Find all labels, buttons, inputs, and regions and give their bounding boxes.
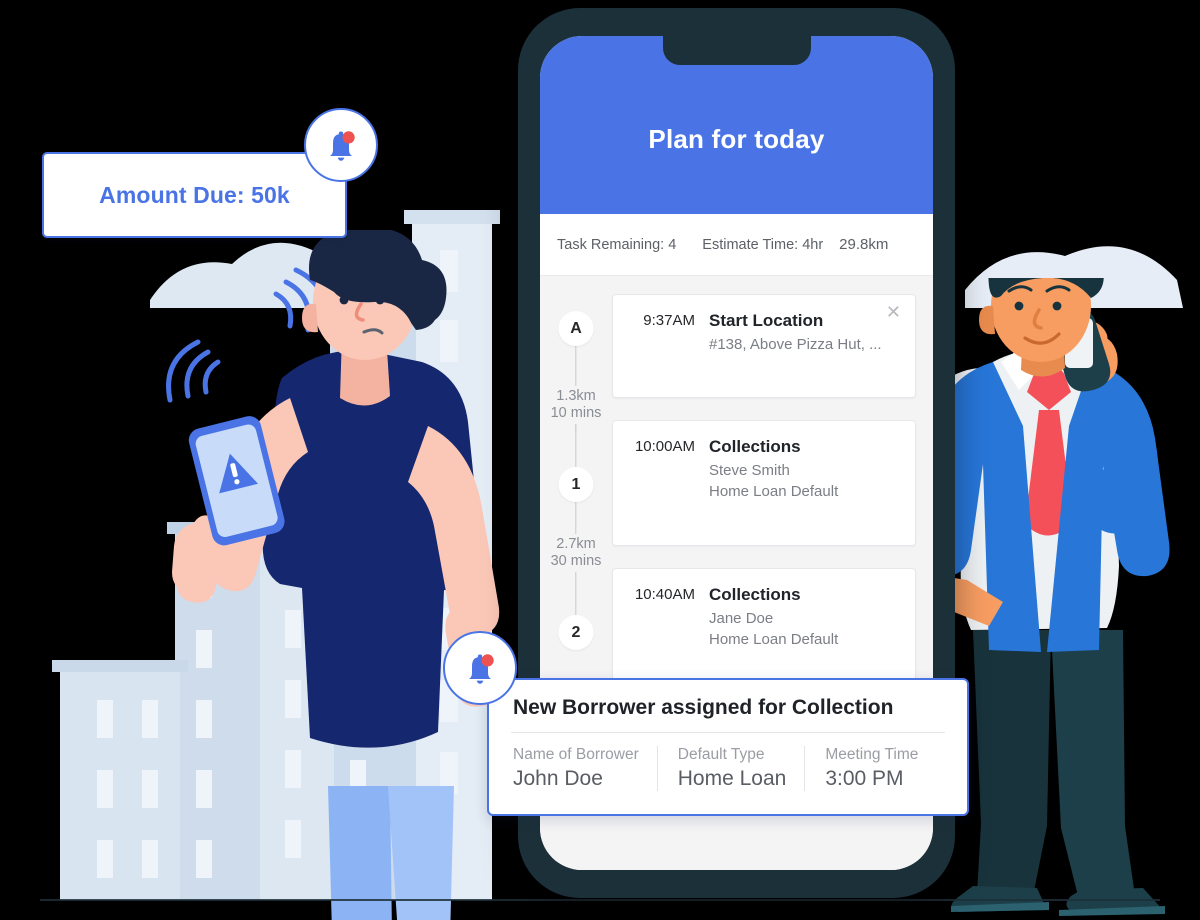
stats-bar: Task Remaining: 4 Estimate Time: 4hr 29.… [540,214,933,276]
new-borrower-notification[interactable]: New Borrower assigned for Collection Nam… [487,678,969,816]
leg-distance: 1.3km [556,388,596,404]
field-value: 3:00 PM [825,767,904,790]
timeline-row: A ✕ 9:37AM Start Location #138, Above Pi… [540,294,933,432]
bell-icon[interactable] [443,631,517,705]
task-detail-line-2: Home Loan Default [709,483,839,500]
task-card[interactable]: 10:40AM Collections Jane Doe Home Loan D… [612,568,916,694]
timeline-marker: 2 [558,615,594,650]
ground-line [40,899,1160,901]
task-time: 10:00AM [634,438,695,455]
field-label: Meeting Time [825,746,919,763]
close-icon[interactable]: ✕ [883,301,904,323]
timeline-marker: A [558,311,594,346]
task-title: Collections [709,437,801,456]
leg-duration: 10 mins [550,405,602,421]
timeline-leg: 2.7km 30 mins [540,534,933,572]
timeline-rail: 1.3km 10 mins [540,386,612,424]
leg-duration: 30 mins [550,553,602,569]
task-detail-line-1: #138, Above Pizza Hut, ... [709,336,882,353]
field-value: John Doe [513,767,603,790]
field-value: Home Loan [677,767,787,790]
bell-icon-glyph [469,654,494,684]
page-title: Plan for today [648,123,825,154]
task-card[interactable]: ✕ 9:37AM Start Location #138, Above Pizz… [612,294,916,398]
phone-notch [662,36,811,65]
task-detail-line-1: Jane Doe [709,610,774,627]
timeline-rail: 2.7km 30 mins [540,534,612,572]
leg-distance: 2.7km [556,536,596,552]
leg-info: 2.7km 30 mins [550,534,602,572]
businessman-on-call [918,278,1170,916]
task-detail-line-2: Home Loan Default [709,631,839,648]
stat-estimate-time: Estimate Time: 4hr [702,236,824,253]
field-label: Name of Borrower [513,746,639,763]
stat-distance: 29.8km [839,236,889,253]
timeline-row: 2 10:40AM Collections Jane Doe Home Loan… [540,562,933,694]
timeline-marker: 1 [558,467,594,502]
task-title: Collections [709,585,801,604]
man-with-phone-alert [166,230,500,920]
timeline-rail: A [540,294,612,432]
timeline-rail: 2 [540,562,612,694]
amount-due-callout[interactable]: Amount Due: 50k [42,152,347,238]
bell-icon-glyph [330,131,355,161]
notification-title: New Borrower assigned for Collection [513,696,894,719]
bell-icon[interactable] [304,108,378,182]
amount-due-label: Amount Due: 50k [99,181,290,208]
task-card[interactable]: 10:00AM Collections Steve Smith Home Loa… [612,420,916,546]
timeline-row: 1 10:00AM Collections Steve Smith Home L… [540,414,933,568]
timeline-leg: 1.3km 10 mins [540,386,933,424]
leg-info: 1.3km 10 mins [550,386,602,424]
field-borrower-name: Name of Borrower John Doe [513,746,657,791]
notification-fields: Name of Borrower John Doe Default Type H… [489,733,967,791]
timeline-rail: 1 [540,414,612,568]
task-title: Start Location [709,311,824,330]
task-time: 9:37AM [643,312,695,329]
illustration-canvas: Amount Due: 50k Plan for today Task Rema… [0,0,1200,920]
task-time: 10:40AM [634,586,695,603]
field-label: Default Type [677,746,765,763]
stat-tasks-remaining: Task Remaining: 4 [557,236,677,253]
field-default-type: Default Type Home Loan [656,746,805,791]
task-detail-line-1: Steve Smith [709,462,790,479]
field-meeting-time: Meeting Time 3:00 PM [804,746,936,791]
app-header: Plan for today [540,36,933,214]
